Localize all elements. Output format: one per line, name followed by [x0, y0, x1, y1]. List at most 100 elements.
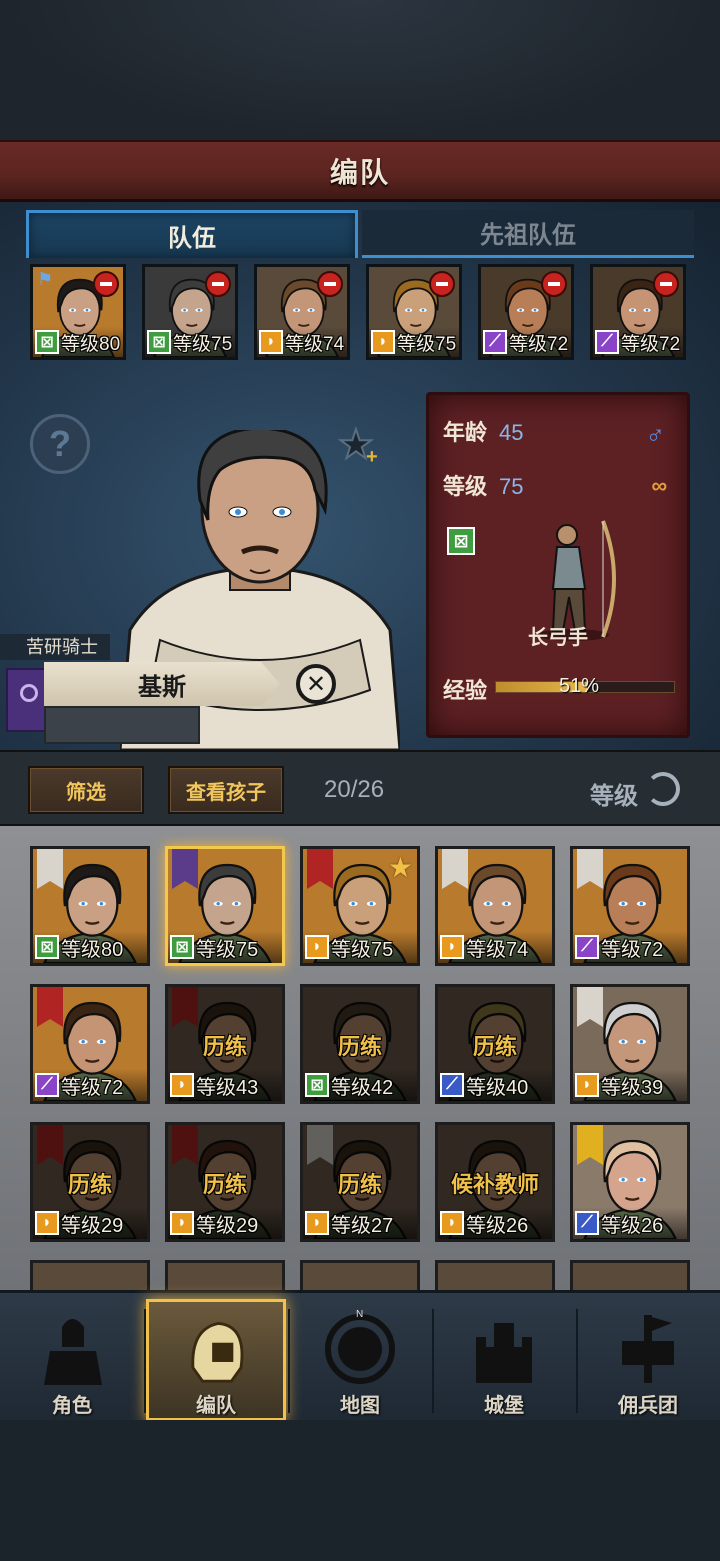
roster-card[interactable]: ◗ 等级39: [570, 984, 690, 1104]
team-slot[interactable]: ⊠ 等级75: [142, 264, 238, 360]
crossbow-icon: ⊠: [170, 935, 194, 959]
remove-member-icon[interactable]: [541, 271, 567, 297]
nav-item-2[interactable]: N 地图: [290, 1299, 430, 1421]
task-label: 历练: [337, 1172, 382, 1197]
sort-toggle-icon[interactable]: [646, 772, 680, 806]
task-label: 历练: [472, 1034, 517, 1059]
tab-bar: 队伍 先祖队伍: [26, 210, 694, 258]
roster-card[interactable]: ★ ◗ 等级75: [300, 846, 420, 966]
level-text: 等级72: [601, 938, 664, 961]
roster-grid: ⊠ 等级80 ⊠ 等级75 ★ ◗ 等级75 ◗ 等级74 ⟋ 等级72 ⟋ 等级72 历练 ◗ 等级43 历练…: [0, 826, 720, 1294]
level-text: 等级26: [601, 1214, 664, 1237]
roster-card[interactable]: [30, 1260, 150, 1294]
remove-member-icon[interactable]: [429, 271, 455, 297]
nav-divider: [432, 1309, 434, 1413]
team-slot[interactable]: ◗ 等级74: [254, 264, 350, 360]
shield-icon: ◗: [305, 935, 329, 959]
dismiss-icon[interactable]: ✕: [296, 664, 336, 704]
level-text: 等级74: [285, 333, 345, 355]
crossbow-icon: ⊠: [147, 330, 171, 354]
bottom-nav: 角色 编队 N 地图 城堡 佣兵团: [0, 1290, 720, 1421]
tab-ancestor-team[interactable]: 先祖队伍: [362, 210, 694, 258]
roster-card[interactable]: ◗ 等级74: [435, 846, 555, 966]
sort-label[interactable]: 等级: [590, 776, 638, 811]
top-backdrop: [0, 0, 720, 140]
roster-card[interactable]: [570, 1260, 690, 1294]
roster-card[interactable]: [165, 1260, 285, 1294]
roster-card[interactable]: 历练 ⟋ 等级40: [435, 984, 555, 1104]
level-bar: ⟋ 等级72: [593, 327, 683, 357]
roster-card[interactable]: [300, 1260, 420, 1294]
level-text: 等级75: [397, 333, 457, 355]
shield-icon: ◗: [575, 1073, 599, 1097]
roster-card[interactable]: 历练 ◗ 等级43: [165, 984, 285, 1104]
nav-label: 地图: [340, 1395, 380, 1417]
shield-icon: ◗: [170, 1073, 194, 1097]
level-text: 等级72: [621, 333, 681, 355]
staff-icon: ⟋: [595, 330, 619, 354]
star-icon: ★: [387, 852, 413, 883]
staff-icon: ⟋: [575, 935, 599, 959]
team-slot[interactable]: ◗ 等级75: [366, 264, 462, 360]
level-bar: ⊠ 等级42: [303, 1069, 417, 1101]
roster-card[interactable]: 历练 ◗ 等级27: [300, 1122, 420, 1242]
shield-icon: ◗: [440, 1211, 464, 1235]
page-title: 编队: [329, 156, 390, 188]
nav-divider: [576, 1309, 578, 1413]
nav-label: 城堡: [484, 1395, 524, 1417]
remove-member-icon[interactable]: [93, 271, 119, 297]
view-children-button[interactable]: 查看孩子: [168, 766, 284, 814]
nav-item-0[interactable]: 角色: [2, 1299, 142, 1421]
roster-card[interactable]: ⊠ 等级80: [30, 846, 150, 966]
knight-icon: [44, 1319, 102, 1385]
nav-label: 编队: [196, 1395, 236, 1417]
hero-rank-title: 苦研骑士: [0, 634, 110, 660]
roster-card[interactable]: [435, 1260, 555, 1294]
filter-button[interactable]: 筛选: [28, 766, 144, 814]
age-value: 45: [499, 420, 524, 445]
remove-member-icon[interactable]: [205, 271, 231, 297]
level-bar: ⊠ 等级75: [145, 327, 235, 357]
level-bar: ◗ 等级75: [369, 327, 459, 357]
tab-team[interactable]: 队伍: [26, 210, 358, 258]
roster-card[interactable]: 候补教师 ◗ 等级26: [435, 1122, 555, 1242]
filter-bar: 筛选 查看孩子 20/26 等级: [0, 750, 720, 826]
shield-icon: ◗: [440, 935, 464, 959]
crossbow-icon: ⊠: [447, 527, 475, 555]
team-slot[interactable]: ⟋ 等级72: [590, 264, 686, 360]
remove-member-icon[interactable]: [317, 271, 343, 297]
team-slot[interactable]: ⚑ ⊠ 等级80: [30, 264, 126, 360]
roster-card[interactable]: 历练 ⊠ 等级42: [300, 984, 420, 1104]
level-text: 等级43: [196, 1076, 259, 1099]
exp-percent: 51%: [559, 675, 600, 697]
help-icon[interactable]: ?: [30, 414, 90, 474]
roster-card[interactable]: ⊠ 等级75: [165, 846, 285, 966]
hero-name[interactable]: 基斯: [44, 662, 280, 706]
marriage-rings-icon[interactable]: ∞: [651, 473, 667, 499]
level-text: 等级74: [466, 938, 529, 961]
level-bar: ◗ 等级39: [573, 1069, 687, 1101]
level-text: 等级72: [509, 333, 569, 355]
roster-card[interactable]: ⟋ 等级72: [570, 846, 690, 966]
hero-stats-panel: 年龄 45 ♂ 等级 75 ∞ ⊠ 长弓手 经验 51%: [426, 392, 690, 738]
nav-item-1[interactable]: 编队: [146, 1299, 286, 1421]
team-panel: 队伍 先祖队伍 ⚑ ⊠ 等级80 ⊠ 等级75 ◗ 等级74 ◗ 等级75 ⟋ 等级72 ⟋ 等级72 …: [0, 202, 720, 750]
level-text: 等级27: [331, 1214, 394, 1237]
roster-card[interactable]: 历练 ◗ 等级29: [165, 1122, 285, 1242]
hero-name-underbanner: [44, 706, 200, 744]
staff-icon: ⟋: [35, 1073, 59, 1097]
team-slot[interactable]: ⟋ 等级72: [478, 264, 574, 360]
roster-card[interactable]: ⟋ 等级26: [570, 1122, 690, 1242]
nav-item-4[interactable]: 佣兵团: [578, 1299, 718, 1421]
task-label: 历练: [67, 1172, 112, 1197]
level-text: 等级29: [61, 1214, 124, 1237]
svg-text:N: N: [356, 1309, 363, 1320]
shield-icon: ◗: [305, 1211, 329, 1235]
nav-item-3[interactable]: 城堡: [434, 1299, 574, 1421]
remove-member-icon[interactable]: [653, 271, 679, 297]
shield-icon: ◗: [170, 1211, 194, 1235]
roster-card[interactable]: ⟋ 等级72: [30, 984, 150, 1104]
level-row: 等级 75: [443, 469, 524, 501]
title-bar: 编队: [0, 140, 720, 202]
roster-card[interactable]: 历练 ◗ 等级29: [30, 1122, 150, 1242]
